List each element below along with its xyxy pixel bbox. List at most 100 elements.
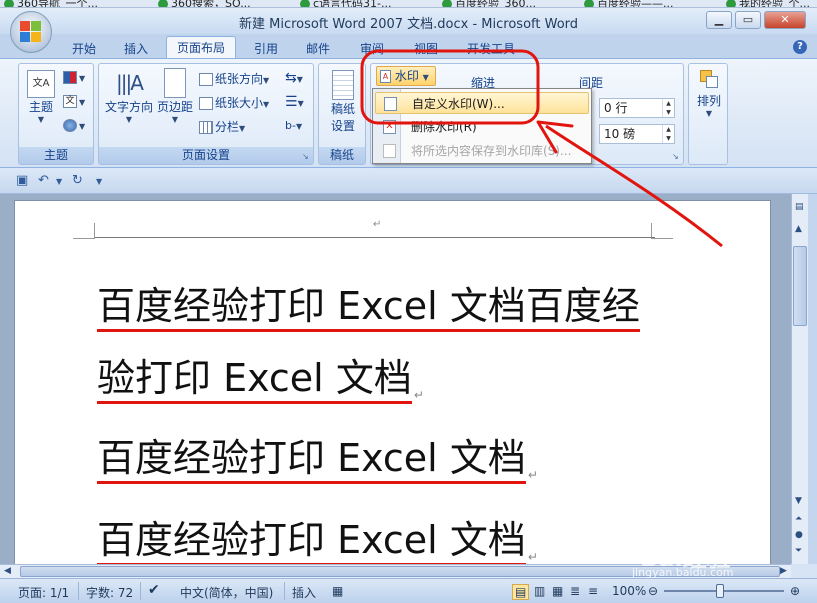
tab-mailings[interactable]: 邮件 — [296, 38, 340, 58]
vertical-scrollbar[interactable]: ▤ ▲ ▼ ⏶ ● ⏷ — [791, 194, 808, 564]
ruler-toggle-icon[interactable]: ▤ — [795, 202, 804, 212]
margins-label: 页边距 — [156, 100, 193, 114]
breaks-icon: ⇆ — [285, 70, 297, 86]
orientation-button[interactable]: 纸张方向▼ — [199, 70, 269, 87]
margins-button[interactable]: 页边距 ▼ — [155, 68, 195, 124]
full-screen-reading-icon[interactable]: ▥ — [534, 584, 545, 598]
previous-page-icon[interactable]: ⏶ — [795, 514, 802, 524]
insert-mode-indicator[interactable]: 插入 — [292, 584, 316, 601]
browser-tab[interactable]: 百度经验_360... — [442, 0, 536, 7]
theme-icon: 文A — [27, 70, 55, 98]
theme-button[interactable]: 文A 主题 ▼ — [23, 70, 59, 124]
draft-view-icon[interactable]: ≡ — [588, 584, 598, 598]
tab-insert[interactable]: 插入 — [114, 38, 158, 58]
group-label-theme: 主题 — [19, 147, 93, 164]
header-divider — [95, 237, 655, 238]
hyphenation-button[interactable]: b-▼ — [285, 118, 302, 132]
browser-tab[interactable]: 360搜索，SO... — [158, 0, 251, 7]
menu-item-remove-watermark[interactable]: ✕ 删除水印(R) — [375, 116, 589, 138]
close-button[interactable]: ✕ — [764, 11, 806, 29]
office-logo-icon — [20, 21, 42, 43]
size-label: 纸张大小 — [215, 96, 264, 110]
line-numbers-icon: ☰ — [285, 94, 298, 110]
theme-effects-button[interactable]: ▼ — [63, 118, 85, 132]
paragraph-line: 百度经验打印 Excel 文档 ↵ — [97, 427, 538, 484]
dialog-launcher-icon[interactable]: ↘ — [672, 152, 681, 161]
page-count[interactable]: 页面: 1/1 — [18, 584, 69, 601]
next-page-icon[interactable]: ⏷ — [795, 546, 802, 556]
macro-record-icon[interactable]: ▦ — [332, 584, 343, 598]
zoom-out-icon[interactable]: ⊖ — [648, 584, 658, 598]
word-count[interactable]: 字数: 72 — [86, 584, 133, 601]
redo-icon[interactable]: ↻ — [72, 173, 83, 188]
spacing-before-input[interactable]: 0 行 ▲ ▼ — [599, 98, 675, 118]
zoom-in-icon[interactable]: ⊕ — [790, 584, 800, 598]
breaks-button[interactable]: ⇆▼ — [285, 70, 303, 86]
proofing-icon[interactable]: ✔ — [148, 582, 160, 598]
browser-tab[interactable]: c语言代码31-... — [300, 0, 392, 7]
zoom-level[interactable]: 100% — [612, 584, 646, 598]
chevron-down-icon: ▼ — [79, 74, 86, 83]
zoom-slider-handle[interactable] — [716, 584, 724, 598]
tab-review[interactable]: 审阅 — [350, 38, 394, 58]
tab-page-layout[interactable]: 页面布局 — [166, 36, 236, 59]
browser-tab[interactable]: 360导航_一个... — [4, 0, 98, 7]
paragraph-text: 百度经验打印 Excel 文档 — [97, 436, 526, 484]
vertical-scroll-thumb[interactable] — [793, 246, 807, 326]
scroll-down-icon[interactable]: ▼ — [795, 496, 802, 506]
zoom-slider[interactable] — [664, 590, 784, 592]
theme-colors-button[interactable]: ▼ — [63, 70, 85, 84]
chevron-down-icon: ▼ — [263, 100, 270, 109]
print-layout-view-icon[interactable]: ▤ — [512, 584, 530, 600]
group-page-setup: |||A 文字方向 ▼ 页边距 ▼ 纸张方向▼ 纸张大小▼ 分栏▼ ⇆▼ ☰▼ … — [98, 63, 314, 165]
select-browse-object-icon[interactable]: ● — [795, 530, 803, 540]
scroll-right-icon[interactable]: ▶ — [780, 566, 787, 576]
outline-view-icon[interactable]: ≣ — [570, 584, 580, 598]
browser-tab-icon — [442, 0, 452, 7]
undo-dropdown-icon[interactable]: ▼ — [56, 177, 62, 186]
web-layout-icon[interactable]: ▦ — [552, 584, 563, 598]
menu-item-custom-watermark[interactable]: 自定义水印(W)... — [375, 92, 589, 114]
size-button[interactable]: 纸张大小▼ — [199, 94, 269, 111]
save-icon[interactable]: ▣ — [16, 173, 28, 188]
draft-paper-button[interactable]: 稿纸 设置 — [323, 70, 363, 134]
theme-fonts-button[interactable]: 文 ▼ — [63, 94, 85, 108]
arrange-button[interactable]: 排列 ▼ — [691, 70, 727, 118]
office-button[interactable] — [10, 11, 52, 53]
browser-tab[interactable]: 百度经验——... — [584, 0, 674, 7]
document-page[interactable]: ↵ 百度经验打印 Excel 文档百度经 验打印 Excel 文档 ↵ 百度经验打… — [14, 200, 771, 564]
browser-tab-icon — [584, 0, 594, 7]
text-direction-button[interactable]: |||A 文字方向 ▼ — [103, 68, 155, 124]
scroll-up-icon[interactable]: ▲ — [795, 224, 802, 234]
watermark-button-label: 水印 — [394, 69, 419, 83]
margin-corner-mark — [73, 223, 95, 239]
spinner-arrows-icon[interactable]: ▲ ▼ — [662, 99, 674, 117]
browser-tab[interactable]: 我的经验_个... — [726, 0, 810, 7]
line-numbers-button[interactable]: ☰▼ — [285, 94, 304, 110]
paragraph-line: 百度经验打印 Excel 文档百度经 — [97, 275, 640, 332]
undo-icon[interactable]: ↶ — [38, 173, 49, 188]
chevron-down-icon: ▼ — [171, 115, 179, 124]
tab-references[interactable]: 引用 — [244, 38, 288, 58]
tab-view[interactable]: 视图 — [404, 38, 448, 58]
columns-button[interactable]: 分栏▼ — [199, 118, 245, 135]
browser-tab-icon — [158, 0, 168, 7]
customize-qat-icon[interactable]: ▼ — [96, 177, 102, 186]
spinner-arrows-icon[interactable]: ▲ ▼ — [662, 125, 674, 143]
spacing-after-input[interactable]: 10 磅 ▲ ▼ — [599, 124, 675, 144]
group-draft: 稿纸 设置 稿纸 — [318, 63, 366, 165]
browser-tab-icon — [726, 0, 736, 7]
orientation-icon — [199, 73, 213, 86]
maximize-button[interactable]: ▭ — [735, 11, 761, 29]
minimize-button[interactable]: ▁ — [706, 11, 732, 29]
menu-item-label: 将所选内容保存到水印库(S)... — [411, 144, 572, 158]
language-indicator[interactable]: 中文(简体，中国) — [180, 584, 273, 601]
tab-developer[interactable]: 开发工具 — [458, 38, 524, 58]
dialog-launcher-icon[interactable]: ↘ — [302, 152, 311, 161]
watermark-menu: 自定义水印(W)... ✕ 删除水印(R) 将所选内容保存到水印库(S)... — [372, 88, 592, 164]
help-icon[interactable]: ? — [793, 40, 807, 54]
tab-home[interactable]: 开始 — [62, 38, 106, 58]
group-label-page-setup: 页面设置 — [99, 147, 313, 164]
watermark-button[interactable]: A 水印 ▼ — [376, 66, 436, 86]
scroll-left-icon[interactable]: ◀ — [4, 566, 11, 576]
